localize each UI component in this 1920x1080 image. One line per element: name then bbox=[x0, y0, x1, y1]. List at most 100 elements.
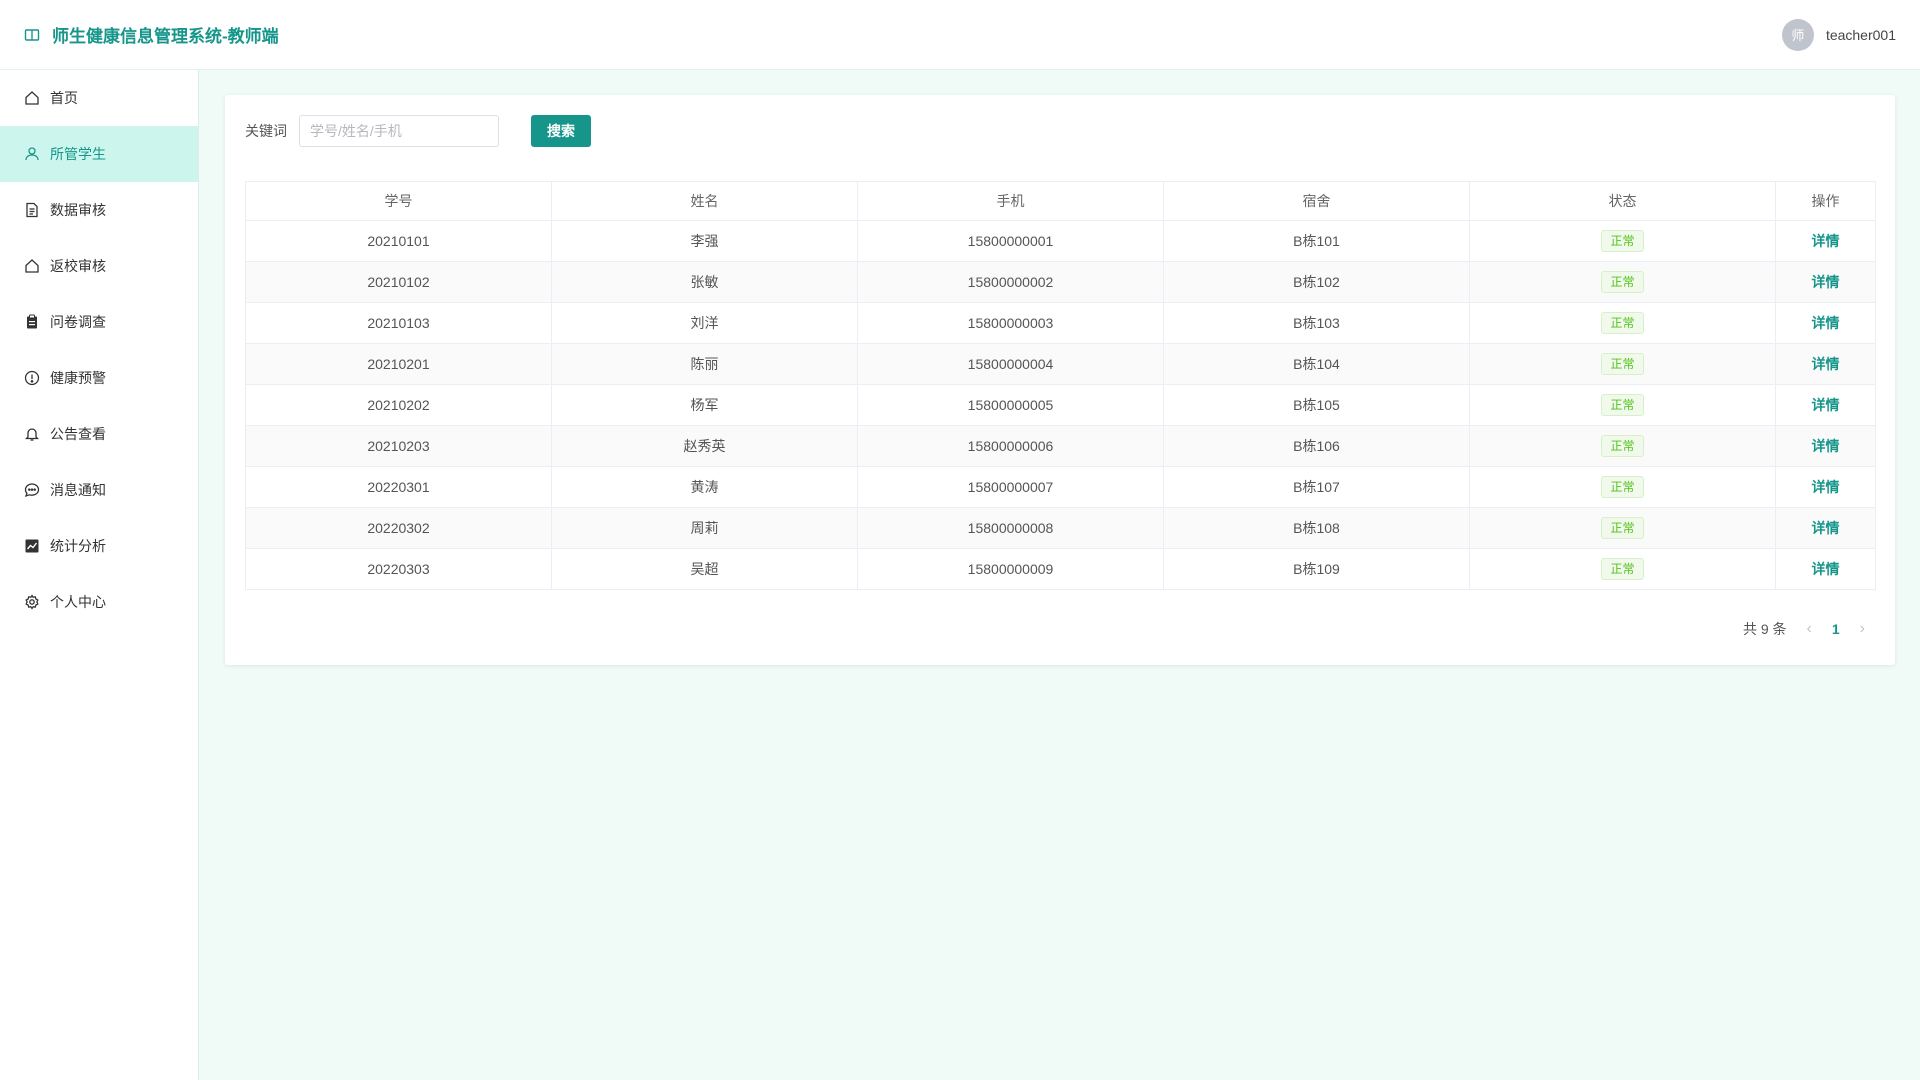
status-badge: 正常 bbox=[1601, 271, 1644, 293]
cell-dorm: B栋109 bbox=[1163, 548, 1470, 590]
cell-action: 详情 bbox=[1775, 466, 1876, 508]
sidebar-item-label: 健康预警 bbox=[50, 370, 106, 386]
cell-dorm: B栋108 bbox=[1163, 507, 1470, 549]
gear-icon bbox=[24, 594, 40, 610]
status-badge: 正常 bbox=[1601, 312, 1644, 334]
detail-link[interactable]: 详情 bbox=[1812, 233, 1840, 249]
detail-link[interactable]: 详情 bbox=[1812, 438, 1840, 454]
cell-dorm: B栋102 bbox=[1163, 261, 1470, 303]
table-row: 20210103 刘洋 15800000003 B栋103 正常 详情 bbox=[245, 302, 1876, 344]
search-label: 关键词 bbox=[245, 123, 287, 139]
table-row: 20210203 赵秀英 15800000006 B栋106 正常 详情 bbox=[245, 425, 1876, 467]
cell-student-id: 20210103 bbox=[245, 302, 552, 344]
detail-link[interactable]: 详情 bbox=[1812, 356, 1840, 372]
username[interactable]: teacher001 bbox=[1826, 27, 1896, 43]
table-row: 20210201 陈丽 15800000004 B栋104 正常 详情 bbox=[245, 343, 1876, 385]
detail-link[interactable]: 详情 bbox=[1812, 315, 1840, 331]
cell-student-id: 20210102 bbox=[245, 261, 552, 303]
sidebar-item-messages[interactable]: 消息通知 bbox=[0, 462, 198, 518]
detail-link[interactable]: 详情 bbox=[1812, 274, 1840, 290]
sidebar-item-home[interactable]: 首页 bbox=[0, 70, 198, 126]
sidebar-item-return-review[interactable]: 返校审核 bbox=[0, 238, 198, 294]
cell-phone: 15800000006 bbox=[857, 425, 1164, 467]
cell-status: 正常 bbox=[1469, 261, 1776, 303]
cell-student-id: 20220302 bbox=[245, 507, 552, 549]
sidebar-item-label: 问卷调查 bbox=[50, 314, 106, 330]
cell-student-name: 周莉 bbox=[551, 507, 858, 549]
column-header-name[interactable]: 姓名 bbox=[551, 181, 858, 221]
user-menu[interactable]: 师 teacher001 bbox=[1781, 18, 1896, 51]
sidebar-item-label: 返校审核 bbox=[50, 258, 106, 274]
cell-phone: 15800000002 bbox=[857, 261, 1164, 303]
warning-icon bbox=[24, 370, 40, 386]
book-icon bbox=[24, 27, 40, 43]
cell-phone: 15800000004 bbox=[857, 343, 1164, 385]
cell-action: 详情 bbox=[1775, 384, 1876, 426]
sidebar-item-label: 消息通知 bbox=[50, 482, 106, 498]
status-badge: 正常 bbox=[1601, 517, 1644, 539]
cell-phone: 15800000008 bbox=[857, 507, 1164, 549]
cell-student-name: 陈丽 bbox=[551, 343, 858, 385]
cell-student-name: 张敏 bbox=[551, 261, 858, 303]
table-header-row: 学号 姓名 手机 宿舍 状态 操作 bbox=[245, 181, 1876, 221]
search-input[interactable] bbox=[299, 115, 499, 147]
cell-action: 详情 bbox=[1775, 220, 1876, 262]
chevron-right-icon[interactable]: › bbox=[1860, 620, 1865, 638]
column-header-phone[interactable]: 手机 bbox=[857, 181, 1164, 221]
cell-student-id: 20210202 bbox=[245, 384, 552, 426]
pagination: 共 9 条 ‹ 1 › bbox=[1743, 619, 1865, 639]
cell-student-id: 20220301 bbox=[245, 466, 552, 508]
total-count: 共 9 条 bbox=[1742, 621, 1787, 637]
sidebar-item-announcements[interactable]: 公告查看 bbox=[0, 406, 198, 462]
search-button[interactable]: 搜索 bbox=[531, 115, 591, 147]
cell-status: 正常 bbox=[1469, 425, 1776, 467]
search-bar: 关键词 搜索 bbox=[245, 115, 1875, 147]
sidebar-item-label: 所管学生 bbox=[50, 146, 106, 162]
detail-link[interactable]: 详情 bbox=[1812, 479, 1840, 495]
cell-action: 详情 bbox=[1775, 261, 1876, 303]
sidebar-item-label: 首页 bbox=[50, 90, 78, 106]
cell-action: 详情 bbox=[1775, 302, 1876, 344]
sidebar-item-survey[interactable]: 问卷调查 bbox=[0, 294, 198, 350]
sidebar-item-data-review[interactable]: 数据审核 bbox=[0, 182, 198, 238]
status-badge: 正常 bbox=[1601, 558, 1644, 580]
page-number[interactable]: 1 bbox=[1832, 621, 1840, 637]
sidebar-item-profile[interactable]: 个人中心 bbox=[0, 574, 198, 630]
detail-link[interactable]: 详情 bbox=[1812, 520, 1840, 536]
cell-phone: 15800000007 bbox=[857, 466, 1164, 508]
cell-status: 正常 bbox=[1469, 507, 1776, 549]
sidebar-item-students[interactable]: 所管学生 bbox=[0, 126, 198, 182]
cell-status: 正常 bbox=[1469, 220, 1776, 262]
status-badge: 正常 bbox=[1601, 435, 1644, 457]
column-header-action[interactable]: 操作 bbox=[1775, 181, 1876, 221]
cell-student-name: 刘洋 bbox=[551, 302, 858, 344]
column-header-status[interactable]: 状态 bbox=[1469, 181, 1776, 221]
brand: 师生健康信息管理系统-教师端 bbox=[24, 22, 279, 47]
app-title: 师生健康信息管理系统-教师端 bbox=[52, 27, 279, 46]
cell-dorm: B栋106 bbox=[1163, 425, 1470, 467]
detail-link[interactable]: 详情 bbox=[1812, 561, 1840, 577]
column-header-dorm[interactable]: 宿舍 bbox=[1163, 181, 1470, 221]
cell-status: 正常 bbox=[1469, 302, 1776, 344]
table-row: 20210202 杨军 15800000005 B栋105 正常 详情 bbox=[245, 384, 1876, 426]
sidebar-item-label: 统计分析 bbox=[50, 538, 106, 554]
sidebar: 首页 所管学生 数据审核 返校审核 问卷调查 健康预警 公告查看 消息通知 统计… bbox=[0, 70, 199, 1080]
sidebar-item-statistics[interactable]: 统计分析 bbox=[0, 518, 198, 574]
status-badge: 正常 bbox=[1601, 353, 1644, 375]
status-badge: 正常 bbox=[1601, 394, 1644, 416]
column-header-id[interactable]: 学号 bbox=[245, 181, 552, 221]
cell-student-id: 20220303 bbox=[245, 548, 552, 590]
table-row: 20210101 李强 15800000001 B栋101 正常 详情 bbox=[245, 220, 1876, 262]
sidebar-item-health-warning[interactable]: 健康预警 bbox=[0, 350, 198, 406]
clipboard-icon bbox=[24, 314, 40, 330]
chevron-left-icon[interactable]: ‹ bbox=[1807, 620, 1812, 638]
cell-student-name: 赵秀英 bbox=[551, 425, 858, 467]
avatar[interactable]: 师 bbox=[1781, 18, 1814, 51]
student-table: 学号 姓名 手机 宿舍 状态 操作 20210101 李强 1580000000… bbox=[245, 181, 1876, 590]
cell-student-id: 20210201 bbox=[245, 343, 552, 385]
home-icon bbox=[24, 90, 40, 106]
cell-dorm: B栋107 bbox=[1163, 466, 1470, 508]
top-header: 师生健康信息管理系统-教师端 师 teacher001 bbox=[0, 0, 1920, 70]
cell-status: 正常 bbox=[1469, 384, 1776, 426]
detail-link[interactable]: 详情 bbox=[1812, 397, 1840, 413]
